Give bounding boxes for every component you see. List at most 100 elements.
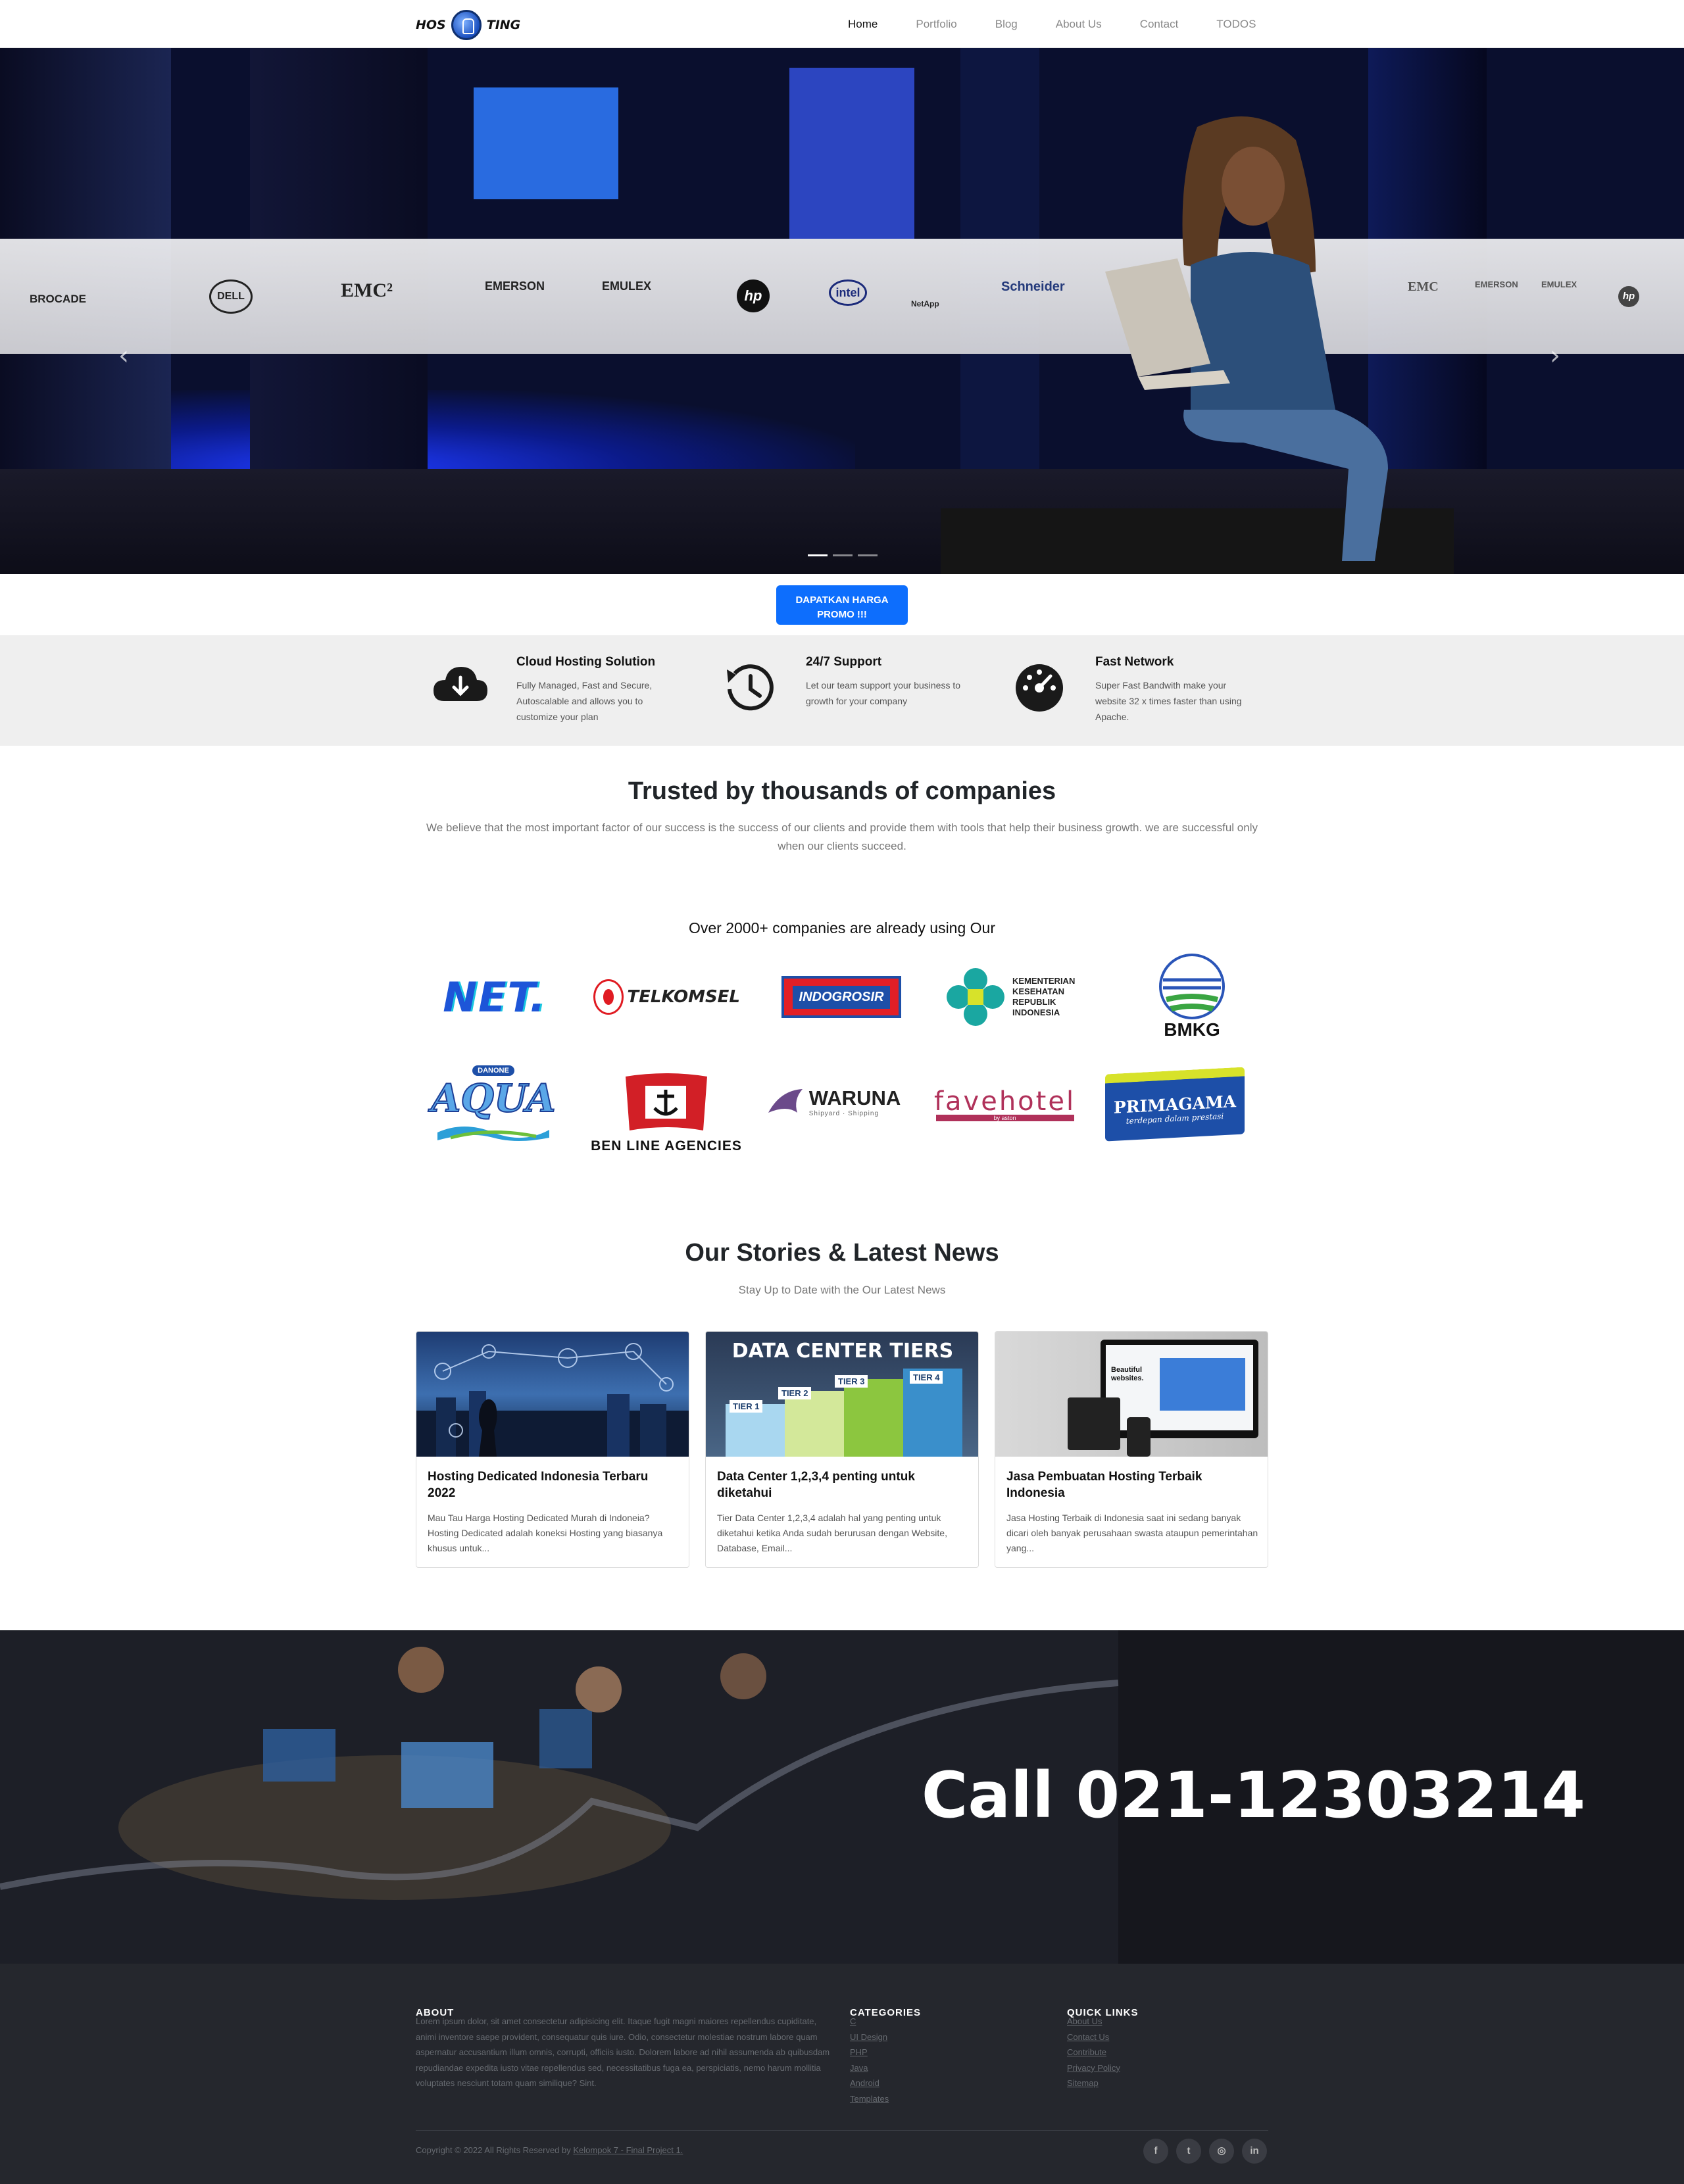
- band-logo: hp: [737, 279, 770, 312]
- company-logo-aqua: DANONE AQUA: [428, 1052, 559, 1157]
- band-logo: EMC²: [341, 279, 393, 301]
- woman-with-laptop: [1105, 116, 1388, 561]
- image-caption: Beautiful websites.: [1111, 1366, 1144, 1382]
- news-card-title[interactable]: Data Center 1,2,3,4 penting untuk diketa…: [717, 1468, 967, 1501]
- tablet: [1068, 1397, 1120, 1450]
- instagram-icon[interactable]: ◎: [1209, 2139, 1234, 2164]
- brand-logo[interactable]: HOS TING: [416, 9, 520, 41]
- footer-category-link[interactable]: Java: [850, 2060, 889, 2076]
- footer-category-link[interactable]: Templates: [850, 2091, 889, 2107]
- tier-label: TIER 3: [835, 1375, 868, 1388]
- nav-item-contact[interactable]: Contact: [1121, 18, 1198, 31]
- nav-item-home[interactable]: Home: [829, 18, 897, 31]
- feature-text: Let our team support your business to gr…: [806, 680, 961, 706]
- page: HOS TING Home Portfolio Blog About Us Co…: [0, 0, 1684, 2184]
- server-screen: [789, 68, 914, 239]
- tech-network-illustration: [416, 1343, 689, 1457]
- companies-subtitle: Over 2000+ companies are already using O…: [688, 919, 995, 936]
- nav-item-portfolio[interactable]: Portfolio: [897, 18, 976, 31]
- band-logo: BROCADE: [30, 293, 86, 305]
- carousel-indicator[interactable]: [833, 554, 853, 556]
- globe-lock-icon: [451, 10, 482, 40]
- carousel-next-button[interactable]: ›: [1550, 341, 1560, 371]
- company-logo-ben-line: BEN LINE AGENCIES: [587, 1067, 745, 1159]
- footer: [0, 1964, 1684, 2184]
- news-card-title[interactable]: Jasa Pembuatan Hosting Terbaik Indonesia: [1006, 1468, 1256, 1501]
- twitter-icon[interactable]: t: [1176, 2139, 1201, 2164]
- footer-copyright: Copyright © 2022 All Rights Reserved by …: [416, 2145, 683, 2155]
- phone: [1127, 1417, 1151, 1457]
- nav-menu: Home Portfolio Blog About Us Contact TOD…: [829, 0, 1275, 48]
- news-card[interactable]: Beautiful websites. Jasa Pembuatan Hosti…: [995, 1331, 1268, 1568]
- linkedin-icon[interactable]: in: [1242, 2139, 1267, 2164]
- company-logo-net: NET.: [443, 973, 547, 1021]
- news-card-image: Beautiful websites.: [995, 1332, 1268, 1457]
- footer-quick-link[interactable]: Contribute: [1067, 2045, 1120, 2060]
- news-card-title[interactable]: Hosting Dedicated Indonesia Terbaru 2022: [428, 1468, 678, 1501]
- carousel-indicator[interactable]: [858, 554, 878, 556]
- trusted-title: Trusted by thousands of companies: [628, 777, 1056, 805]
- company-logo-indogrosir: INDOGROSIR: [781, 976, 901, 1018]
- band-logo: EMULEX: [602, 279, 652, 293]
- company-logo-primagama: PRIMAGAMA terdepan dalam prestasi: [1105, 1067, 1245, 1142]
- tier-bar: [785, 1391, 844, 1457]
- band-logo: DELL: [209, 279, 253, 314]
- call-phone-text[interactable]: Call 021-12303214: [922, 1759, 1585, 1832]
- promo-button[interactable]: DAPATKAN HARGA PROMO !!!: [776, 585, 908, 625]
- news-card[interactable]: DATA CENTER TIERS TIER 1 TIER 2 TIER 3 T…: [705, 1331, 979, 1568]
- company-logo-waruna: WARUNA Shipyard · Shipping: [763, 1079, 904, 1125]
- server-screen: [474, 87, 618, 199]
- footer-category-link[interactable]: Android: [850, 2075, 889, 2091]
- footer-quick-link[interactable]: About Us: [1067, 2014, 1120, 2029]
- news-card-image: DATA CENTER TIERS TIER 1 TIER 2 TIER 3 T…: [706, 1332, 978, 1457]
- carousel-prev-button[interactable]: ‹: [118, 341, 129, 371]
- waruna-wing-icon: [768, 1089, 803, 1113]
- carousel-indicator[interactable]: [808, 554, 828, 556]
- nav-item-todos[interactable]: TODOS: [1197, 18, 1275, 31]
- aqua-wave-icon: [437, 1127, 549, 1141]
- nav-item-about-us[interactable]: About Us: [1037, 18, 1121, 31]
- trusted-text: We believe that the most important facto…: [426, 821, 1258, 852]
- waruna-text: WARUNA Shipyard · Shipping: [808, 1086, 901, 1117]
- footer-divider: [416, 2130, 1268, 2131]
- band-logo: EMERSON: [1475, 279, 1518, 289]
- bmkg-globe-icon: [1159, 954, 1225, 1019]
- news-card-text: Jasa Hosting Terbaik di Indonesia saat i…: [1006, 1513, 1258, 1553]
- call-banner: Call 021-12303214: [0, 1630, 1684, 1964]
- footer-category-link[interactable]: PHP: [850, 2045, 889, 2060]
- company-logo-telkomsel: TELKOMSEL: [595, 973, 740, 1021]
- band-logo: EMULEX: [1541, 279, 1577, 289]
- carousel-indicators: [808, 554, 878, 556]
- footer-category-link[interactable]: UI Design: [850, 2029, 889, 2045]
- kemenkes-mark-icon: [947, 968, 1004, 1026]
- hero-carousel: BROCADE DELL EMC² EMERSON EMULEX hp inte…: [0, 48, 1684, 574]
- cloud-download-icon: [433, 667, 487, 701]
- footer-quick-link[interactable]: Contact Us: [1067, 2029, 1120, 2045]
- facebook-icon[interactable]: f: [1143, 2139, 1168, 2164]
- navbar: HOS TING Home Portfolio Blog About Us Co…: [0, 0, 1684, 48]
- news-card-text: Mau Tau Harga Hosting Dedicated Murah di…: [428, 1513, 663, 1553]
- news-subtitle: Stay Up to Date with the Our Latest News: [738, 1284, 946, 1296]
- logo-text-right: TING: [486, 18, 521, 32]
- speedometer-icon: [1016, 664, 1063, 712]
- company-logo-favehotel: favehotel by aston: [933, 1086, 1076, 1121]
- nav-item-blog[interactable]: Blog: [976, 18, 1037, 31]
- footer-category-link[interactable]: C: [850, 2014, 889, 2029]
- company-logo-bmkg: BMKG: [1146, 951, 1238, 1043]
- band-logo: hp: [1618, 286, 1639, 307]
- image-title: DATA CENTER TIERS: [731, 1340, 954, 1363]
- news-card-text: Tier Data Center 1,2,3,4 adalah hal yang…: [717, 1513, 947, 1553]
- tier-bar: [844, 1379, 903, 1457]
- company-logo-kemenkes: KEMENTERIAN KESEHATAN REPUBLIK INDONESIA: [942, 964, 1093, 1030]
- copyright-link[interactable]: Kelompok 7 - Final Project 1.: [573, 2145, 683, 2155]
- news-card-image: [416, 1332, 689, 1457]
- news-card[interactable]: Hosting Dedicated Indonesia Terbaru 2022…: [416, 1331, 689, 1568]
- tier-label: TIER 2: [778, 1387, 812, 1399]
- footer-quick-link[interactable]: Privacy Policy: [1067, 2060, 1120, 2076]
- news-title: Our Stories & Latest News: [685, 1239, 999, 1267]
- footer-quick-link[interactable]: Sitemap: [1067, 2075, 1120, 2091]
- ben-line-flag-icon: [626, 1073, 707, 1130]
- feature-title: Fast Network: [1095, 655, 1174, 669]
- footer-quick-links-list: About Us Contact Us Contribute Privacy P…: [1067, 2014, 1120, 2091]
- feature-text: Super Fast Bandwith make your website 32…: [1095, 680, 1242, 722]
